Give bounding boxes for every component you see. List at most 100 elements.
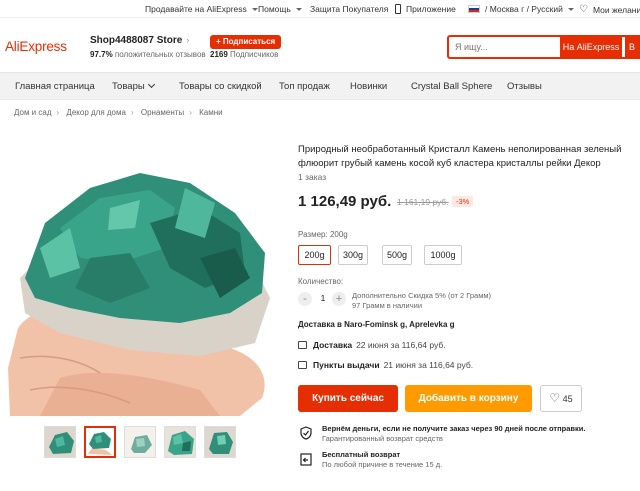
buy-now-button[interactable]: Купить сейчас (298, 385, 398, 412)
subscribers-number: 2169 (210, 50, 228, 59)
breadcrumb-item[interactable]: Камни (199, 108, 223, 117)
store-name: Shop4488087 Store (90, 35, 183, 46)
store-nav: Главная страница Товары Товары со скидко… (0, 72, 640, 100)
shield-check-icon (300, 426, 312, 440)
size-option[interactable]: 300g (338, 245, 368, 265)
thumbnail[interactable] (164, 426, 196, 458)
original-price: 1 161,19 руб. (397, 197, 449, 207)
nav-item-new[interactable]: Новинки (350, 81, 387, 92)
chevron-down-icon (567, 7, 574, 11)
size-label: Размер: 200g (298, 230, 348, 239)
pickup-text: 21 июня за 116,64 руб. (383, 360, 474, 370)
thumbnail-photo (86, 428, 114, 456)
store-header: AliExpress Shop4488087 Store › 97.7% поло… (0, 18, 640, 72)
guarantee-subtitle: Гарантированный возврат средств (322, 434, 443, 443)
subscribers-label: Подписчиков (230, 50, 279, 59)
top-utility-bar: Продавайте на AliExpress Помощь Защита П… (0, 0, 640, 18)
store-name-link[interactable]: Shop4488087 Store › (90, 35, 189, 46)
guarantee-title: Вернём деньги, если не получите заказ че… (322, 424, 586, 433)
rating-value: 97.7% (90, 50, 113, 59)
region-label: / Москва г / Русский (485, 4, 563, 14)
wishlist-count: 45 (562, 394, 573, 404)
thumbnail-photo (205, 427, 235, 457)
search-store-button[interactable]: В (625, 37, 640, 57)
thumbnail[interactable] (84, 426, 116, 458)
wishlist-label: Мои желания (592, 4, 640, 15)
size-option[interactable]: 200g (298, 245, 331, 265)
nav-item-reviews[interactable]: Отзывы (507, 81, 542, 92)
search-input[interactable] (455, 39, 555, 55)
free-return: Бесплатный возврат По любой причине в теч… (298, 450, 628, 472)
thumbnail[interactable] (124, 426, 156, 458)
rating-label: положительных отзывов (114, 50, 206, 59)
region-selector[interactable]: / Москва г / Русский (468, 4, 574, 14)
nav-item-products[interactable]: Товары (112, 80, 155, 92)
heart-icon: ♡ (549, 391, 561, 405)
store-icon (298, 361, 307, 369)
nav-item-top-sellers[interactable]: Топ продаж (279, 81, 330, 92)
breadcrumb-item[interactable]: Декор для дома (66, 108, 126, 117)
aliexpress-logo[interactable]: AliExpress (5, 39, 67, 54)
size-option[interactable]: 500g (382, 245, 412, 265)
pickup-title: Пункты выдачи (313, 360, 380, 370)
sell-link[interactable]: Продавайте на AliExpress (145, 4, 258, 14)
thumbnail-photo (165, 427, 195, 457)
nav-item-sale[interactable]: Товары со скидкой (179, 81, 262, 92)
money-back-guarantee: Вернём деньги, если не получите заказ че… (298, 424, 628, 446)
size-selected-value: 200g (329, 230, 348, 239)
breadcrumb: Дом и сад › Декор для дома › Орнаменты › Ка… (14, 108, 223, 117)
free-return-subtitle: По любой причине в течение 15 д. (322, 460, 443, 469)
sell-link-label: Продавайте на AliExpress (145, 4, 247, 14)
nav-item-crystal-ball[interactable]: Crystal Ball Sphere (411, 81, 492, 92)
orders-count: 1 заказ (298, 172, 327, 182)
nav-item-home[interactable]: Главная страница (15, 81, 95, 92)
quantity-decrease-button[interactable]: - (298, 292, 312, 306)
size-option[interactable]: 1000g (424, 245, 462, 265)
shipping-destination[interactable]: Доставка в Naro-Fominsk g, Aprelevka g (298, 320, 455, 329)
help-link[interactable]: Помощь (258, 4, 302, 14)
chevron-right-icon: › (56, 108, 60, 117)
delivery-option: Доставка 22 июня за 116,64 руб. (298, 340, 446, 350)
help-link-label: Помощь (258, 4, 291, 14)
quantity-increase-button[interactable]: + (332, 292, 346, 306)
thumbnail-photo (45, 427, 75, 457)
return-box-icon (300, 453, 312, 466)
breadcrumb-item[interactable]: Орнаменты (141, 108, 184, 117)
subscribers-count: 2169 Подписчиков (210, 50, 278, 59)
chevron-down-icon (251, 7, 258, 11)
thumbnail[interactable] (204, 426, 236, 458)
product-main-image[interactable] (0, 128, 282, 416)
wishlist-button[interactable]: ♡ 45 (540, 385, 582, 412)
delivery-title: Доставка (313, 340, 353, 350)
current-price: 1 126,49 руб. (298, 193, 392, 210)
pickup-option: Пункты выдачи 21 июня за 116,64 руб. (298, 360, 473, 370)
buyer-protection-label: Защита Покупателя (310, 4, 389, 14)
search-bar: На AliExpress В (447, 35, 640, 59)
breadcrumb-item[interactable]: Дом и сад (14, 108, 52, 117)
free-return-title: Бесплатный возврат (322, 450, 401, 459)
delivery-text: 22 июня за 116,64 руб. (356, 340, 446, 350)
size-label-text: Размер: (298, 230, 328, 239)
quantity-value[interactable]: 1 (316, 293, 330, 303)
truck-icon (298, 341, 307, 349)
discount-badge: -3% (452, 196, 474, 207)
quantity-info: Дополнительно Скидка 5% (от 2 Грамм) 97 Г… (352, 291, 491, 311)
chevron-right-icon: › (189, 108, 192, 117)
subscribe-button[interactable]: + Подписаться (210, 35, 282, 49)
app-link[interactable]: Приложение (395, 4, 456, 14)
bulk-discount-text: Дополнительно Скидка 5% (от 2 Грамм) (352, 291, 492, 300)
chevron-down-icon (147, 80, 155, 89)
store-rating: 97.7% положительных отзывов (90, 50, 206, 59)
russia-flag-icon (468, 5, 480, 13)
chevron-right-icon: › (186, 35, 190, 45)
search-aliexpress-button[interactable]: На AliExpress (560, 37, 622, 57)
product-title: Природный необработанный Кристалл Камень… (298, 144, 622, 169)
thumbnail[interactable] (44, 426, 76, 458)
wishlist-link[interactable]: ♡ Мои желания (579, 4, 640, 15)
heart-icon: ♡ (579, 4, 588, 15)
fluorite-crystal-photo (8, 173, 270, 416)
phone-icon (395, 4, 401, 14)
buyer-protection-link[interactable]: Защита Покупателя (310, 4, 388, 14)
chevron-down-icon (295, 7, 302, 11)
add-to-cart-button[interactable]: Добавить в корзину (405, 385, 532, 412)
